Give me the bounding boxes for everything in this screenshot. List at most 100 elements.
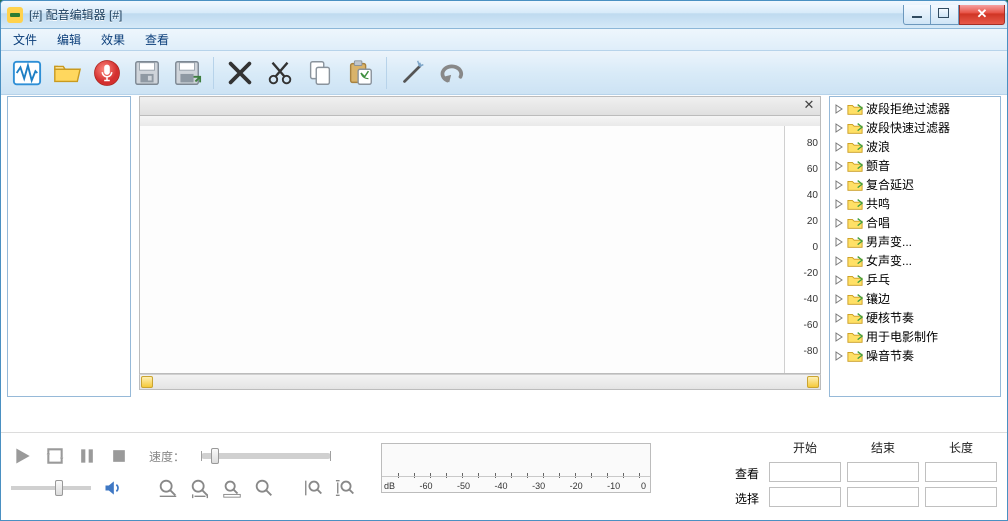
menu-view[interactable]: 查看: [137, 29, 177, 50]
tree-item[interactable]: 波段快速过滤器: [832, 118, 998, 137]
ruler-tick: -20: [804, 268, 818, 279]
ruler-tick: 80: [807, 138, 818, 149]
speed-thumb[interactable]: [211, 448, 219, 464]
folder-icon: [847, 159, 863, 173]
tree-item[interactable]: 波段拒绝过滤器: [832, 99, 998, 118]
paste-button[interactable]: [342, 55, 378, 91]
folder-icon: [847, 349, 863, 363]
undo-button[interactable]: [435, 55, 471, 91]
meter-tick: -50: [457, 481, 470, 491]
zoom-out-h-button[interactable]: [189, 477, 211, 499]
open-button[interactable]: [49, 55, 85, 91]
scissors-button[interactable]: [262, 55, 298, 91]
scroll-thumb-right[interactable]: [807, 376, 819, 388]
zoom-out-v-button[interactable]: [335, 477, 357, 499]
minimize-button[interactable]: [903, 5, 931, 25]
view-start-field[interactable]: [769, 462, 841, 482]
menu-file[interactable]: 文件: [5, 29, 45, 50]
stop-button[interactable]: [107, 445, 131, 467]
select-start-field[interactable]: [769, 487, 841, 507]
pause-button[interactable]: [75, 445, 99, 467]
save-button[interactable]: [129, 55, 165, 91]
ruler-tick: -60: [804, 320, 818, 331]
folder-icon: [847, 140, 863, 154]
copy-button[interactable]: [302, 55, 338, 91]
expand-arrow-icon: [834, 161, 844, 171]
zoom-out-h-icon: [189, 477, 211, 499]
view-end-field[interactable]: [847, 462, 919, 482]
range-header-end: 结束: [847, 439, 919, 459]
expand-arrow-icon: [834, 123, 844, 133]
cut-button[interactable]: [222, 55, 258, 91]
tree-item[interactable]: 波浪: [832, 137, 998, 156]
tree-item-label: 女声变...: [866, 252, 912, 269]
folder-icon: [847, 102, 863, 116]
folder-icon: [847, 311, 863, 325]
zoom-sel-button[interactable]: [221, 477, 243, 499]
waveform-canvas[interactable]: [140, 126, 784, 373]
speed-slider[interactable]: [201, 453, 331, 459]
select-length-field[interactable]: [925, 487, 997, 507]
maximize-icon: [940, 10, 949, 18]
effects-tree[interactable]: 波段拒绝过滤器波段快速过滤器波浪颤音复合延迟共鸣合唱男声变...女声变...乒乓…: [829, 96, 1001, 397]
tree-item[interactable]: 合唱: [832, 213, 998, 232]
tree-item-label: 波浪: [866, 138, 890, 155]
wand-icon: [398, 58, 428, 88]
tree-item-label: 噪音节奏: [866, 347, 914, 364]
tree-item[interactable]: 男声变...: [832, 232, 998, 251]
menu-edit[interactable]: 编辑: [49, 29, 89, 50]
record-button[interactable]: [89, 55, 125, 91]
horizontal-scrollbar[interactable]: [139, 374, 821, 390]
toolbar-separator: [386, 57, 387, 89]
mute-button[interactable]: [101, 477, 125, 499]
new-button[interactable]: [9, 55, 45, 91]
range-area: 开始 结束 长度 查看 选择: [691, 433, 1007, 520]
volume-thumb[interactable]: [55, 480, 63, 496]
close-button[interactable]: ✕: [959, 5, 1005, 25]
folder-icon: [847, 330, 863, 344]
tree-item[interactable]: 颤音: [832, 156, 998, 175]
waveform-area[interactable]: 80 60 40 20 0 -20 -40 -60 -80: [139, 126, 821, 374]
effects-wand-button[interactable]: [395, 55, 431, 91]
zoom-in-h-button[interactable]: [157, 477, 179, 499]
play-button[interactable]: [11, 445, 35, 467]
tree-item[interactable]: 女声变...: [832, 251, 998, 270]
tree-item[interactable]: 共鸣: [832, 194, 998, 213]
menu-effects[interactable]: 效果: [93, 29, 133, 50]
tree-item[interactable]: 用于电影制作: [832, 327, 998, 346]
meter-tick: 0: [641, 481, 646, 491]
track-timeline-ruler[interactable]: [139, 116, 821, 126]
tree-item[interactable]: 噪音节奏: [832, 346, 998, 365]
maximize-button[interactable]: [931, 5, 959, 25]
tree-item[interactable]: 镶边: [832, 289, 998, 308]
zoom-fit-button[interactable]: [253, 477, 275, 499]
level-meter[interactable]: dB -60 -50 -40 -30 -20 -10 0: [381, 443, 651, 493]
waveform-icon: [12, 58, 42, 88]
floppy-icon: [132, 58, 162, 88]
expand-arrow-icon: [834, 199, 844, 209]
tree-item[interactable]: 乒乓: [832, 270, 998, 289]
view-length-field[interactable]: [925, 462, 997, 482]
ruler-tick: -80: [804, 346, 818, 357]
track-close-button[interactable]: ✕: [802, 99, 816, 113]
saveas-button[interactable]: [169, 55, 205, 91]
zoom-fit-icon: [253, 477, 275, 499]
zoom-in-v-button[interactable]: [303, 477, 325, 499]
titlebar[interactable]: [#] 配音编辑器 [#] ✕: [1, 1, 1007, 29]
scroll-thumb-left[interactable]: [141, 376, 153, 388]
left-panel[interactable]: [7, 96, 131, 397]
zoom-in-h-icon: [157, 477, 179, 499]
meter-tick: -30: [532, 481, 545, 491]
toolbar-separator: [213, 57, 214, 89]
tree-item[interactable]: 硬核节奏: [832, 308, 998, 327]
folder-icon: [847, 254, 863, 268]
volume-slider[interactable]: [11, 486, 91, 490]
folder-icon: [847, 235, 863, 249]
select-end-field[interactable]: [847, 487, 919, 507]
meter-unit: dB: [384, 481, 395, 491]
undo-icon: [438, 58, 468, 88]
track-header[interactable]: ✕: [139, 96, 821, 116]
record-icon: [92, 58, 122, 88]
tree-item[interactable]: 复合延迟: [832, 175, 998, 194]
loop-button[interactable]: [43, 445, 67, 467]
